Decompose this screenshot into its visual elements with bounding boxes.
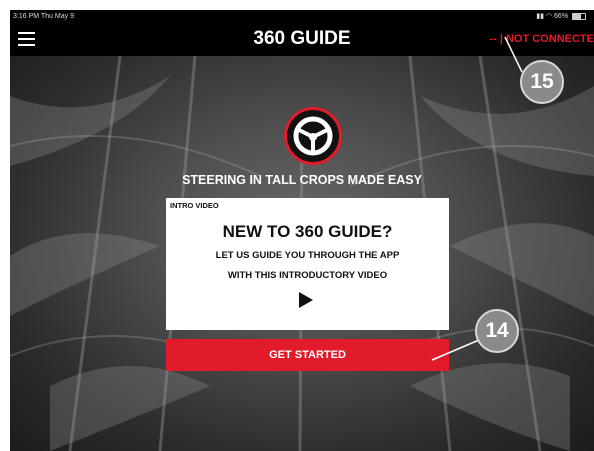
intro-video-card[interactable]: INTRO VIDEO NEW TO 360 GUIDE? LET US GUI… xyxy=(166,198,449,330)
menu-icon[interactable] xyxy=(18,32,35,46)
status-right: ▮▮ ◠ 66% xyxy=(536,10,586,24)
tablet-screen: 3:16 PM Thu May 9 ▮▮ ◠ 66% 360 GUIDE -- … xyxy=(10,10,594,451)
status-bar: 3:16 PM Thu May 9 ▮▮ ◠ 66% xyxy=(10,10,594,24)
callout-15: 15 xyxy=(520,60,564,104)
intro-heading: NEW TO 360 GUIDE? xyxy=(222,222,393,241)
play-icon[interactable] xyxy=(299,292,313,308)
status-time: 3:16 PM Thu May 9 xyxy=(13,13,74,20)
callout-14: 14 xyxy=(475,309,519,353)
wifi-icon: ◠ xyxy=(545,13,553,20)
intro-description-line-1: LET US GUIDE YOU THROUGH THE APP xyxy=(215,250,400,261)
connection-status[interactable]: -- | NOT CONNECTE xyxy=(489,33,594,45)
battery-label: 66% xyxy=(554,13,569,20)
steering-wheel-logo xyxy=(284,107,342,165)
hero-background: STEERING IN TALL CROPS MADE EASY INTRO V… xyxy=(10,56,594,451)
battery-icon xyxy=(572,12,586,20)
get-started-button[interactable]: GET STARTED xyxy=(166,339,449,371)
intro-video-label: INTRO VIDEO xyxy=(170,201,219,210)
signal-icon: ▮▮ xyxy=(536,13,545,20)
tagline: STEERING IN TALL CROPS MADE EASY xyxy=(182,173,422,187)
intro-description-line-2: WITH THIS INTRODUCTORY VIDEO xyxy=(227,270,388,281)
app-header: 360 GUIDE -- | NOT CONNECTE xyxy=(10,24,594,56)
